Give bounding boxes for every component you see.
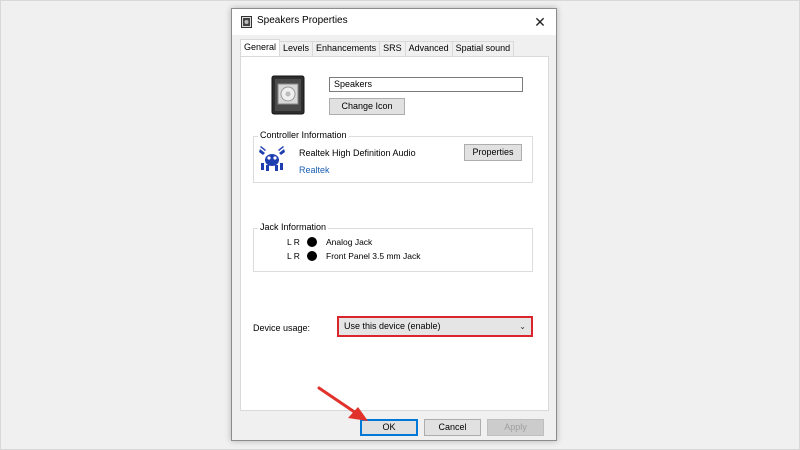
tab-enhancements[interactable]: Enhancements bbox=[312, 41, 381, 56]
tab-srs[interactable]: SRS bbox=[379, 41, 406, 56]
jack-name: Front Panel 3.5 mm Jack bbox=[326, 251, 421, 261]
properties-button[interactable]: Properties bbox=[464, 144, 522, 161]
jack-name: Analog Jack bbox=[326, 237, 373, 247]
controller-info-label: Controller Information bbox=[258, 130, 349, 140]
device-usage-dropdown[interactable]: Use this device (enable) ⌄ bbox=[337, 316, 533, 337]
speaker-device-icon bbox=[271, 75, 305, 115]
jack-info-group: Jack Information bbox=[253, 222, 533, 272]
chevron-down-icon: ⌄ bbox=[519, 322, 526, 331]
controller-name: Realtek High Definition Audio bbox=[299, 148, 416, 158]
jack-dot-icon bbox=[307, 237, 317, 247]
tab-general[interactable]: General bbox=[240, 39, 281, 56]
tab-spatial-sound[interactable]: Spatial sound bbox=[451, 41, 515, 56]
general-panel: Speakers Change Icon Controller Informat… bbox=[240, 56, 549, 411]
tab-levels[interactable]: Levels bbox=[279, 41, 314, 56]
speaker-icon bbox=[241, 16, 252, 28]
title-bar[interactable]: Speakers Properties ✕ bbox=[232, 9, 556, 35]
jack-row: L R Front Panel 3.5 mm Jack bbox=[287, 251, 420, 261]
realtek-link[interactable]: Realtek bbox=[299, 165, 330, 175]
jack-channels: L R bbox=[287, 237, 300, 247]
speakers-properties-dialog: Speakers Properties ✕ General Levels Enh… bbox=[231, 8, 557, 441]
tab-strip: General Levels Enhancements SRS Advanced… bbox=[240, 39, 515, 56]
device-name-input[interactable]: Speakers bbox=[329, 77, 523, 92]
close-button[interactable]: ✕ bbox=[530, 12, 550, 32]
jack-info-label: Jack Information bbox=[258, 222, 329, 232]
realtek-crab-logo-icon bbox=[259, 146, 285, 171]
apply-button[interactable]: Apply bbox=[487, 419, 544, 436]
change-icon-button[interactable]: Change Icon bbox=[329, 98, 405, 115]
jack-dot-icon bbox=[307, 251, 317, 261]
jack-channels: L R bbox=[287, 251, 300, 261]
cancel-button[interactable]: Cancel bbox=[424, 419, 481, 436]
window-title: Speakers Properties bbox=[257, 15, 348, 26]
jack-row: L R Analog Jack bbox=[287, 237, 372, 247]
tab-advanced[interactable]: Advanced bbox=[404, 41, 453, 56]
device-usage-value: Use this device (enable) bbox=[344, 321, 441, 331]
red-arrow-annotation-icon bbox=[317, 386, 368, 421]
device-usage-label: Device usage: bbox=[253, 323, 311, 333]
